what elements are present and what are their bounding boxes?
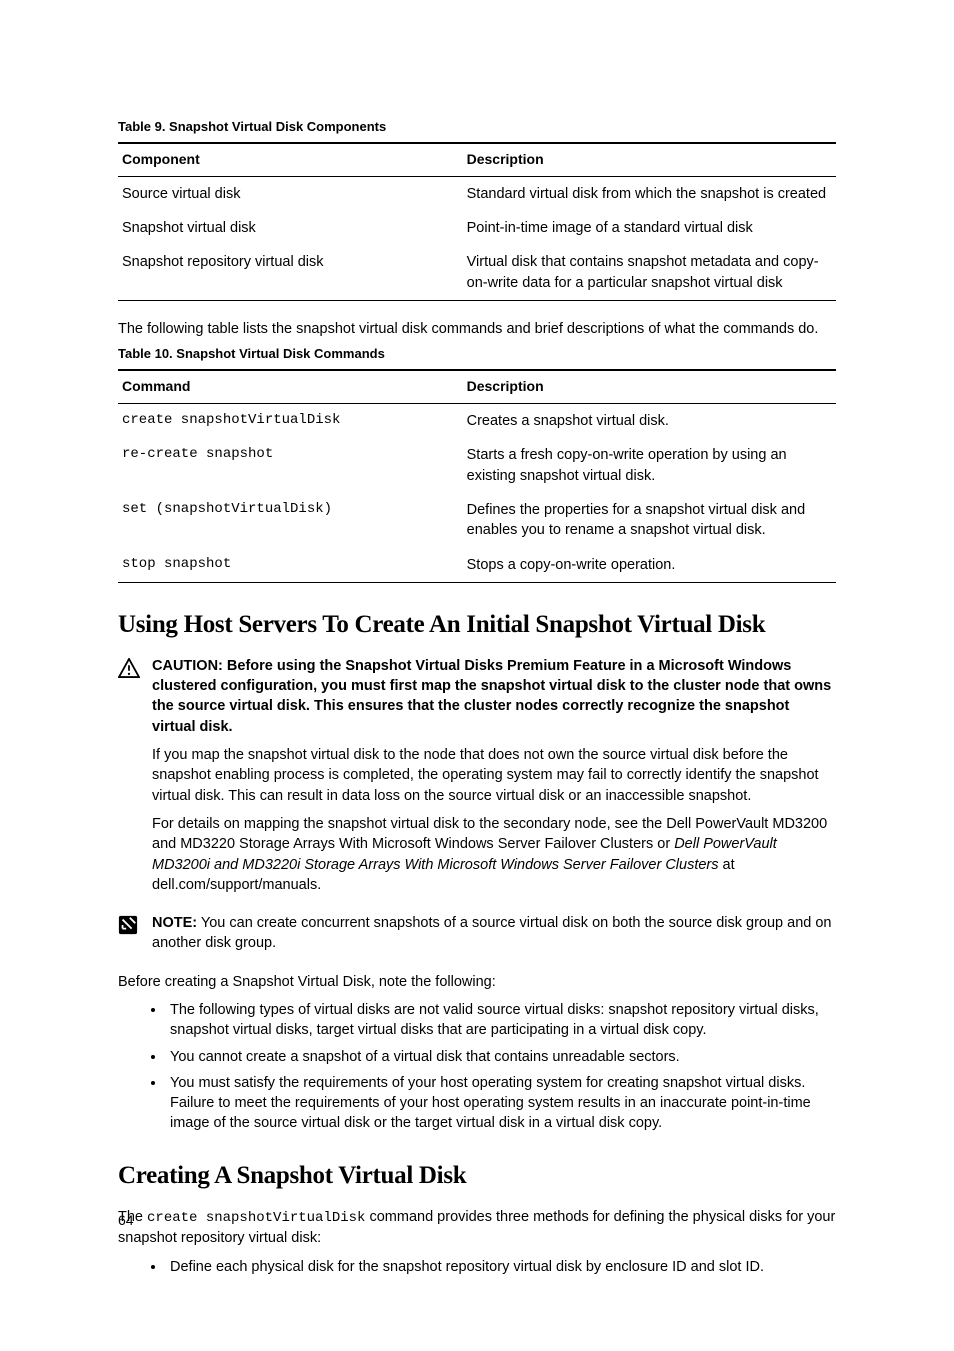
table9-caption: Table 9. Snapshot Virtual Disk Component…	[118, 118, 836, 136]
cell-command: stop snapshot	[118, 548, 463, 583]
cell-description: Virtual disk that contains snapshot meta…	[463, 245, 836, 300]
cell-description: Creates a snapshot virtual disk.	[463, 404, 836, 439]
cell-description: Stops a copy-on-write operation.	[463, 548, 836, 583]
table9: Component Description Source virtual dis…	[118, 142, 836, 301]
list-item: The following types of virtual disks are…	[166, 1000, 836, 1041]
list-item: You must satisfy the requirements of you…	[166, 1073, 836, 1134]
caution-paragraph-2: For details on mapping the snapshot virt…	[152, 814, 836, 895]
table-row: set (snapshotVirtualDisk) Defines the pr…	[118, 493, 836, 548]
note-label: NOTE:	[152, 915, 197, 931]
creating-list: Define each physical disk for the snapsh…	[118, 1257, 836, 1277]
cell-component: Snapshot repository virtual disk	[118, 245, 463, 300]
cell-description: Defines the properties for a snapshot vi…	[463, 493, 836, 548]
list-item: Define each physical disk for the snapsh…	[166, 1257, 836, 1277]
table9-header-component: Component	[118, 143, 463, 176]
list-item: You cannot create a snapshot of a virtua…	[166, 1047, 836, 1067]
caution-icon	[118, 656, 140, 903]
table10: Command Description create snapshotVirtu…	[118, 369, 836, 582]
caution-text: Before using the Snapshot Virtual Disks …	[152, 658, 831, 735]
before-creating-intro: Before creating a Snapshot Virtual Disk,…	[118, 972, 836, 992]
table10-caption: Table 10. Snapshot Virtual Disk Commands	[118, 345, 836, 363]
cell-component: Source virtual disk	[118, 176, 463, 211]
table9-header-description: Description	[463, 143, 836, 176]
table-row: Snapshot repository virtual disk Virtual…	[118, 245, 836, 300]
note-block: NOTE: You can create concurrent snapshot…	[118, 913, 836, 962]
cell-description: Point-in-time image of a standard virtua…	[463, 211, 836, 245]
cell-component: Snapshot virtual disk	[118, 211, 463, 245]
note-icon	[118, 913, 140, 962]
table10-header-description: Description	[463, 370, 836, 403]
table-row: create snapshotVirtualDisk Creates a sna…	[118, 404, 836, 439]
heading-creating-snapshot: Creating A Snapshot Virtual Disk	[118, 1158, 836, 1193]
heading-using-host-servers: Using Host Servers To Create An Initial …	[118, 607, 836, 642]
note-text: You can create concurrent snapshots of a…	[152, 915, 832, 951]
table-row: Snapshot virtual disk Point-in-time imag…	[118, 211, 836, 245]
caution-paragraph-1: If you map the snapshot virtual disk to …	[152, 745, 836, 806]
cell-command: create snapshotVirtualDisk	[118, 404, 463, 439]
cell-description: Starts a fresh copy-on-write operation b…	[463, 438, 836, 493]
page-number: 64	[118, 1211, 134, 1231]
creating-intro: The create snapshotVirtualDisk command p…	[118, 1207, 836, 1249]
table-row: stop snapshot Stops a copy-on-write oper…	[118, 548, 836, 583]
command-name: create snapshotVirtualDisk	[147, 1210, 365, 1226]
cell-command: re-create snapshot	[118, 438, 463, 493]
cell-description: Standard virtual disk from which the sna…	[463, 176, 836, 211]
cell-command: set (snapshotVirtualDisk)	[118, 493, 463, 548]
caution-label: CAUTION:	[152, 658, 223, 674]
before-creating-list: The following types of virtual disks are…	[118, 1000, 836, 1134]
caution-block: CAUTION: Before using the Snapshot Virtu…	[118, 656, 836, 903]
table-row: Source virtual disk Standard virtual dis…	[118, 176, 836, 211]
document-page: Table 9. Snapshot Virtual Disk Component…	[0, 0, 954, 1351]
table10-header-command: Command	[118, 370, 463, 403]
table10-intro: The following table lists the snapshot v…	[118, 319, 836, 339]
table-row: re-create snapshot Starts a fresh copy-o…	[118, 438, 836, 493]
